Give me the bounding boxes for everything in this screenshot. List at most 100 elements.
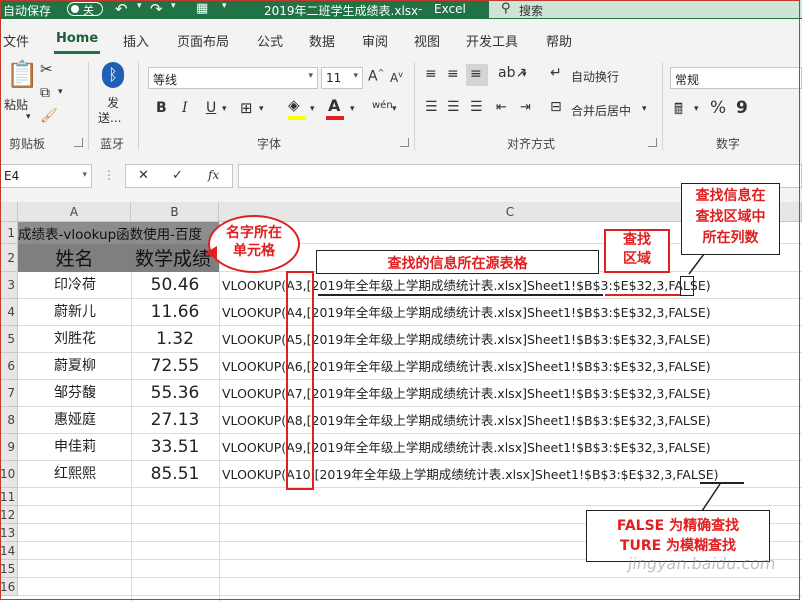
more-options-icon[interactable]: ⋮	[103, 168, 115, 182]
tab-page-layout[interactable]: 页面布局	[177, 31, 229, 50]
send-label-2[interactable]: 送...	[98, 109, 121, 126]
copy-dropdown-icon[interactable]: ▾	[58, 87, 63, 97]
cell-reference: E4	[4, 169, 20, 183]
font-launcher-icon[interactable]	[400, 138, 409, 147]
tab-developer[interactable]: 开发工具	[466, 31, 518, 50]
borders-icon[interactable]: ⊞	[240, 99, 253, 117]
percent-button[interactable]: %	[710, 98, 726, 118]
fill-color-icon[interactable]: ◈	[288, 96, 300, 114]
tab-help[interactable]: 帮助	[546, 31, 572, 50]
app-name: Excel	[434, 2, 466, 16]
chevron-down-icon: ▾	[308, 71, 313, 81]
bluetooth-icon[interactable]: ᛒ	[102, 62, 124, 88]
group-label-number: 数字	[716, 137, 741, 151]
ribbon: 📋 粘贴 ▾ ✂ ⧉ ▾ 🖌 剪贴板 ᛒ 发 送... 蓝牙 等线 ▾ 11 ▾ A…	[0, 56, 802, 155]
search-icon: ⚲	[501, 1, 511, 16]
font-name-value: 等线	[153, 73, 178, 87]
font-color-icon[interactable]: A	[328, 96, 340, 115]
decrease-indent-icon[interactable]: ⇤	[496, 100, 507, 115]
grow-font-icon[interactable]: A^	[368, 68, 384, 85]
search-box[interactable]: ⚲ 搜索	[489, 0, 802, 18]
tab-data[interactable]: 数据	[309, 31, 335, 50]
comma-style-button[interactable]: 9	[736, 98, 748, 118]
merge-dropdown-icon[interactable]: ▾	[642, 104, 647, 114]
clipboard-launcher-icon[interactable]	[74, 138, 83, 147]
wrap-text-label[interactable]: 自动换行	[571, 68, 619, 85]
bold-button[interactable]: B	[156, 100, 167, 116]
copy-icon[interactable]: ⧉	[40, 85, 50, 101]
group-separator	[138, 62, 139, 150]
toggle-knob	[71, 5, 79, 13]
merge-center-icon[interactable]: ⊟	[550, 99, 562, 115]
font-color-swatch	[326, 116, 344, 120]
tab-formulas[interactable]: 公式	[257, 31, 283, 50]
group-label-font: 字体	[257, 137, 282, 151]
accounting-format-icon[interactable]: 🖩	[674, 99, 683, 124]
chevron-down-icon: ▾	[353, 71, 358, 81]
redo-icon[interactable]: ↷	[150, 0, 163, 18]
confirm-icon[interactable]: ✓	[172, 168, 183, 183]
alignment-launcher-icon[interactable]	[648, 138, 657, 147]
autosave-state: 关	[83, 4, 94, 17]
cancel-icon[interactable]: ✕	[138, 168, 149, 183]
align-right-icon[interactable]: ☰	[470, 99, 483, 115]
font-name-select[interactable]: 等线 ▾	[148, 67, 318, 89]
group-label-alignment: 对齐方式	[507, 137, 556, 151]
undo-icon[interactable]: ↶	[115, 0, 128, 18]
underline-dropdown-icon[interactable]: ▾	[222, 104, 227, 114]
italic-button[interactable]: I	[182, 100, 188, 116]
match-mode-annotation: FALSE 为精确查找 TURE 为模糊查找	[616, 518, 740, 554]
redo-dropdown-icon[interactable]: ▾	[171, 1, 176, 11]
paste-icon[interactable]: 📋	[6, 60, 38, 90]
autosave-toggle[interactable]: 关	[67, 2, 103, 17]
underline-button[interactable]: U	[206, 100, 216, 116]
format-painter-icon[interactable]: 🖌	[40, 108, 58, 124]
chevron-down-icon: ▾	[82, 170, 87, 180]
group-label-clipboard: 剪贴板	[9, 137, 46, 151]
search-placeholder: 搜索	[519, 4, 544, 18]
tab-home[interactable]: Home	[53, 31, 101, 54]
merge-center-label[interactable]: 合并后居中	[571, 102, 631, 119]
quick-access-table-icon[interactable]: ▦	[196, 1, 208, 16]
shrink-font-icon[interactable]: Av	[390, 70, 403, 85]
font-size-value: 11	[326, 71, 342, 85]
wrap-text-icon[interactable]: ↵	[550, 65, 562, 81]
align-left-icon[interactable]: ☰	[425, 99, 438, 115]
paste-dropdown-icon[interactable]: ▾	[26, 112, 31, 122]
font-size-select[interactable]: 11 ▾	[321, 67, 363, 89]
phonetic-guide-icon[interactable]: wén	[372, 100, 393, 111]
align-bottom-icon[interactable]: ≡	[470, 66, 482, 82]
phonetic-dropdown-icon[interactable]: ▾	[392, 104, 397, 114]
file-name: 2019年二班学生成绩表.xlsx	[264, 4, 419, 18]
name-box[interactable]: E4 ▾	[0, 164, 92, 188]
title-bar: 自动保存 关 ↶ ▾ ↷ ▾ ▦ ▾ 2019年二班学生成绩表.xlsx - E…	[0, 0, 802, 19]
accounting-dropdown-icon[interactable]: ▾	[694, 104, 699, 114]
tab-insert[interactable]: 插入	[123, 31, 149, 50]
insert-function-icon[interactable]: fx	[208, 168, 219, 182]
tab-file[interactable]: 文件	[3, 31, 29, 50]
align-center-icon[interactable]: ☰	[447, 99, 460, 115]
tab-view[interactable]: 视图	[414, 31, 440, 50]
orientation-dropdown-icon[interactable]: ▾	[522, 70, 527, 80]
align-top-icon[interactable]: ≡	[425, 66, 437, 82]
font-color-dropdown-icon[interactable]: ▾	[350, 104, 355, 114]
customize-qat-icon[interactable]: ▾	[222, 1, 227, 11]
ribbon-tabs: 文件 Home 插入 页面布局 公式 数据 审阅 视图 开发工具 帮助	[0, 19, 802, 56]
group-separator	[414, 62, 415, 150]
shrink-font-label: A	[390, 71, 399, 85]
formula-buttons: ✕ ✓ fx	[125, 164, 233, 188]
align-middle-icon[interactable]: ≡	[447, 66, 459, 82]
cut-icon[interactable]: ✂	[40, 60, 53, 78]
fill-color-dropdown-icon[interactable]: ▾	[310, 104, 315, 114]
paste-label[interactable]: 粘贴	[4, 96, 28, 113]
undo-dropdown-icon[interactable]: ▾	[137, 1, 142, 11]
lookup-range-annotation: 查找 区域	[623, 232, 651, 267]
borders-dropdown-icon[interactable]: ▾	[259, 104, 264, 114]
tab-review[interactable]: 审阅	[362, 31, 388, 50]
grow-font-label: A	[368, 68, 378, 85]
increase-indent-icon[interactable]: ⇥	[520, 100, 531, 115]
number-format-select[interactable]: 常规	[670, 67, 802, 89]
group-separator	[88, 62, 89, 150]
dash-separator: -	[418, 2, 423, 16]
fill-color-swatch	[288, 116, 306, 120]
